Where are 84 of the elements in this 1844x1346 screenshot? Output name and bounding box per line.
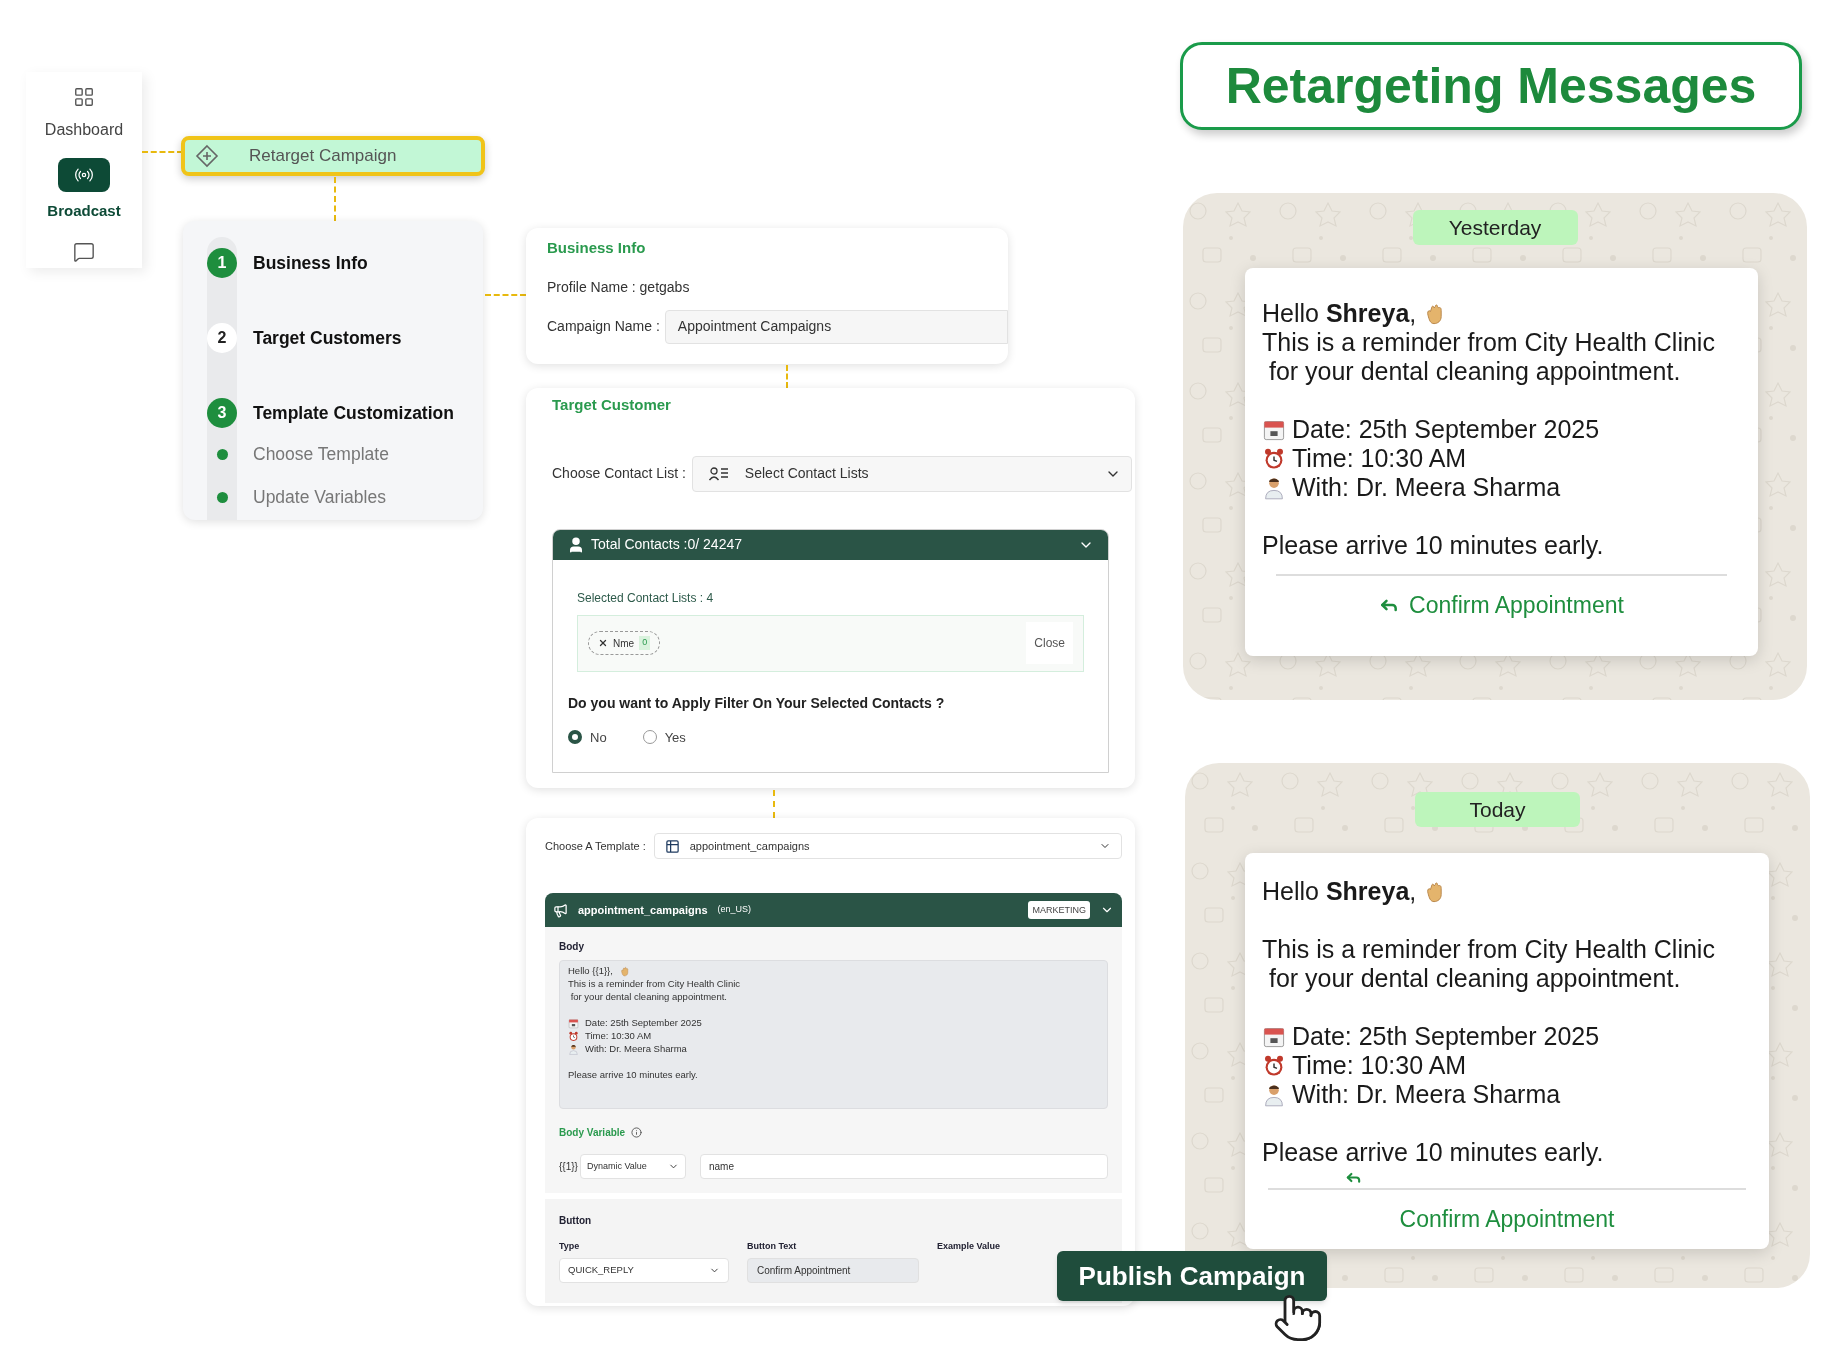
remove-icon bbox=[598, 638, 608, 648]
message-line: Please arrive 10 minutes early. bbox=[1262, 529, 1604, 561]
user-icon bbox=[567, 535, 585, 554]
table-icon bbox=[664, 838, 680, 854]
message-line: for your dental cleaning appointment. bbox=[1267, 356, 1681, 387]
filter-question: Do you want to Apply Filter On Your Selected Contacts ? bbox=[568, 693, 945, 713]
radio-option[interactable]: Yes bbox=[642, 727, 686, 747]
body-line: With: Dr. Meera Sharma bbox=[585, 1042, 687, 1057]
step-label[interactable]: Target Customers bbox=[253, 324, 402, 352]
button-text-field[interactable]: Confirm Appointment bbox=[747, 1257, 919, 1283]
template-select[interactable]: appointment_campaigns bbox=[653, 833, 1122, 859]
body-line: Date: 25th September 2025 bbox=[585, 1016, 702, 1031]
info-icon bbox=[631, 1127, 643, 1138]
date-pill: Today bbox=[1415, 792, 1580, 827]
dashboard-icon bbox=[73, 86, 95, 108]
radio-option[interactable]: No bbox=[568, 727, 607, 747]
alarm-clock-icon bbox=[1262, 446, 1286, 471]
selected-count: Selected Contact Lists : 4 bbox=[577, 589, 714, 607]
contacts-header[interactable]: Total Contacts :0/ 24247 bbox=[553, 529, 1108, 560]
body-line: This is a reminder from City Health Clinic bbox=[568, 977, 741, 992]
person-icon bbox=[1262, 1082, 1286, 1107]
sidebar-item[interactable]: Broadcast bbox=[47, 158, 121, 223]
column-label: Button Text bbox=[747, 1240, 797, 1253]
message-line: Hello Shreya, bbox=[1262, 875, 1417, 907]
body-line: Time: 10:30 AM bbox=[585, 1029, 652, 1044]
message-line: With: Dr. Meera Sharma bbox=[1292, 471, 1561, 503]
variable-value-field[interactable]: name bbox=[699, 1154, 1108, 1179]
message-line: Hello Shreya, bbox=[1262, 297, 1417, 329]
message-line: for your dental cleaning appointment. bbox=[1267, 963, 1681, 994]
category-badge: MARKETING bbox=[1028, 901, 1090, 919]
profile-name: Profile Name : getgabs bbox=[547, 277, 690, 297]
total-contacts: Total Contacts :0/ 24247 bbox=[591, 535, 743, 554]
button-type-select[interactable]: QUICK_REPLY bbox=[559, 1257, 729, 1283]
megaphone-icon bbox=[553, 902, 568, 918]
field-label: Choose A Template : bbox=[545, 838, 646, 854]
message-line: This is a reminder from City Health Clinic bbox=[1262, 933, 1715, 965]
person-icon bbox=[568, 1044, 579, 1055]
contact-list-select[interactable]: Select Contact Lists bbox=[691, 455, 1132, 492]
step-label[interactable]: Business Info bbox=[253, 249, 368, 277]
variable-token: {{1}} bbox=[559, 1160, 578, 1174]
chip-count: 0 bbox=[639, 636, 651, 650]
person-icon bbox=[1262, 475, 1286, 500]
card-title: Business Info bbox=[547, 238, 646, 258]
message-line: Date: 25th September 2025 bbox=[1292, 1020, 1600, 1052]
template-name: appointment_campaigns bbox=[578, 902, 708, 918]
sidebar-item[interactable]: Dashboard bbox=[44, 84, 124, 142]
body-field[interactable]: Hello {{1}}, This is a reminder from City Health Clinic for your dental cleaning appointment. Date: 25th September 2025 Time: 10:30 AM With: Dr. Meera Sharma Please arrive 10 minutes early. bbox=[559, 960, 1108, 1109]
campaign-name-field[interactable]: Appointment Campaigns bbox=[664, 309, 1008, 344]
variable-source-select[interactable]: Dynamic Value bbox=[579, 1154, 686, 1179]
chat-icon bbox=[73, 240, 95, 263]
card-title: Target Customer bbox=[552, 395, 671, 415]
substep-label[interactable]: Choose Template bbox=[253, 440, 389, 468]
date-pill: Yesterday bbox=[1412, 210, 1578, 245]
quick-reply-button[interactable]: Confirm Appointment bbox=[1262, 1202, 1752, 1237]
message-line: Please arrive 10 minutes early. bbox=[1262, 1136, 1604, 1168]
close-button[interactable]: Close bbox=[1026, 622, 1073, 664]
body-line: for your dental cleaning appointment. bbox=[569, 990, 727, 1005]
diamond-plus-icon bbox=[195, 144, 219, 168]
flow-node[interactable]: Retarget Campaign bbox=[181, 136, 485, 176]
message-line: Time: 10:30 AM bbox=[1292, 443, 1467, 474]
alarm-clock-icon bbox=[1262, 1053, 1286, 1078]
quick-reply-button[interactable]: Confirm Appointment bbox=[1262, 588, 1741, 623]
calendar-icon bbox=[568, 1018, 579, 1029]
body-line: Hello {{1}}, bbox=[568, 964, 613, 979]
column-label: Example Value bbox=[937, 1240, 1001, 1253]
column-label: Type bbox=[559, 1240, 580, 1253]
alarm-clock-icon bbox=[568, 1031, 579, 1042]
section-label: Button bbox=[559, 1214, 592, 1228]
message-line: Date: 25th September 2025 bbox=[1292, 413, 1600, 445]
publish-button[interactable]: Publish Campaign bbox=[1057, 1251, 1327, 1301]
body-variable-label: Body Variable bbox=[559, 1126, 626, 1140]
contact-list-icon bbox=[708, 466, 729, 481]
section-label: Body bbox=[559, 940, 584, 954]
message-line: Time: 10:30 AM bbox=[1292, 1050, 1467, 1081]
field-label: Choose Contact List : bbox=[552, 464, 686, 483]
page-title: Retargeting Messages bbox=[1225, 56, 1757, 116]
hand-icon bbox=[618, 966, 630, 977]
step-label[interactable]: Template Customization bbox=[253, 399, 454, 427]
body-line: Please arrive 10 minutes early. bbox=[568, 1068, 698, 1083]
substep-label[interactable]: Update Variables bbox=[253, 483, 386, 511]
message-line: This is a reminder from City Health Clinic bbox=[1262, 327, 1715, 358]
field-label: Campaign Name : bbox=[547, 317, 660, 336]
message-line: With: Dr. Meera Sharma bbox=[1292, 1078, 1561, 1110]
template-locale: (en_US) bbox=[717, 903, 753, 917]
